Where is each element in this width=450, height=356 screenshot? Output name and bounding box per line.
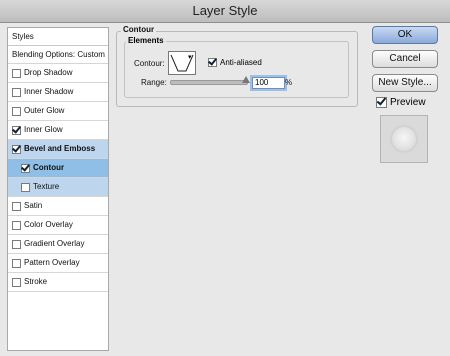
style-item-texture[interactable]: Texture	[8, 178, 108, 197]
style-item-gradient-overlay[interactable]: Gradient Overlay	[8, 235, 108, 254]
anti-aliased-option[interactable]: Anti-aliased	[208, 58, 262, 67]
style-item-label: Inner Shadow	[24, 87, 74, 96]
range-slider-thumb[interactable]	[242, 76, 250, 83]
style-item-label: Texture	[33, 182, 60, 191]
style-item-outer-glow[interactable]: Outer Glow	[8, 102, 108, 121]
color-overlay-checkbox[interactable]	[12, 220, 21, 230]
range-slider-track[interactable]	[170, 80, 248, 85]
ok-button[interactable]: OK	[372, 26, 438, 44]
anti-aliased-checkbox[interactable]	[208, 58, 217, 67]
style-item-bevel-and-emboss[interactable]: Bevel and Emboss	[8, 140, 108, 159]
style-item-label: Contour	[33, 163, 65, 172]
preview-checkbox[interactable]	[376, 97, 387, 108]
range-unit: %	[285, 78, 293, 87]
style-item-label: Inner Glow	[24, 125, 63, 134]
texture-checkbox[interactable]	[21, 182, 30, 192]
elements-group-title: Elements	[126, 36, 166, 45]
contour-group-title: Contour	[121, 25, 157, 34]
drop-shadow-checkbox[interactable]	[12, 68, 21, 78]
style-preview	[380, 115, 428, 163]
range-label: Range:	[141, 78, 167, 87]
style-item-label: Stroke	[24, 277, 48, 286]
style-item-label: Satin	[24, 201, 43, 210]
style-item-pattern-overlay[interactable]: Pattern Overlay	[8, 254, 108, 273]
contour-checkbox[interactable]	[21, 163, 30, 173]
inner-shadow-checkbox[interactable]	[12, 87, 21, 97]
style-item-label: Color Overlay	[24, 220, 73, 229]
elements-group	[124, 41, 349, 98]
contour-label: Contour:	[134, 59, 165, 68]
anti-aliased-label: Anti-aliased	[220, 58, 262, 67]
outer-glow-checkbox[interactable]	[12, 106, 21, 116]
style-item-label: Outer Glow	[24, 106, 65, 115]
style-item-inner-glow[interactable]: Inner Glow	[8, 121, 108, 140]
inner-glow-checkbox[interactable]	[12, 125, 21, 135]
style-item-stroke[interactable]: Stroke	[8, 273, 108, 292]
gradient-overlay-checkbox[interactable]	[12, 239, 21, 249]
preview-thumbnail	[392, 127, 416, 151]
style-item-color-overlay[interactable]: Color Overlay	[8, 216, 108, 235]
new-style-button[interactable]: New Style...	[372, 74, 438, 92]
style-item-inner-shadow[interactable]: Inner Shadow	[8, 83, 108, 102]
preview-label: Preview	[390, 97, 426, 108]
style-item-satin[interactable]: Satin	[8, 197, 108, 216]
styles-header[interactable]: Styles	[8, 28, 108, 46]
blending-options-item[interactable]: Blending Options: Custom	[8, 46, 108, 64]
bevel-and-emboss-checkbox[interactable]	[12, 144, 21, 154]
cancel-button[interactable]: Cancel	[372, 50, 438, 68]
preview-option[interactable]: Preview	[376, 97, 426, 108]
chevron-down-icon[interactable]: ▾	[188, 53, 192, 61]
style-item-label: Bevel and Emboss	[24, 144, 96, 153]
style-item-label: Pattern Overlay	[24, 258, 80, 267]
window-title: Layer Style	[0, 0, 450, 23]
satin-checkbox[interactable]	[12, 201, 21, 211]
layer-style-dialog: Styles Blending Options: Custom Drop Sha…	[0, 23, 450, 356]
style-item-label: Drop Shadow	[24, 68, 73, 77]
style-item-label: Gradient Overlay	[24, 239, 85, 248]
pattern-overlay-checkbox[interactable]	[12, 258, 21, 268]
range-value-input[interactable]: 100	[252, 77, 285, 89]
stroke-checkbox[interactable]	[12, 277, 21, 287]
styles-list: Styles Blending Options: Custom Drop Sha…	[7, 27, 109, 351]
style-item-drop-shadow[interactable]: Drop Shadow	[8, 64, 108, 83]
style-item-contour[interactable]: Contour	[8, 159, 108, 178]
